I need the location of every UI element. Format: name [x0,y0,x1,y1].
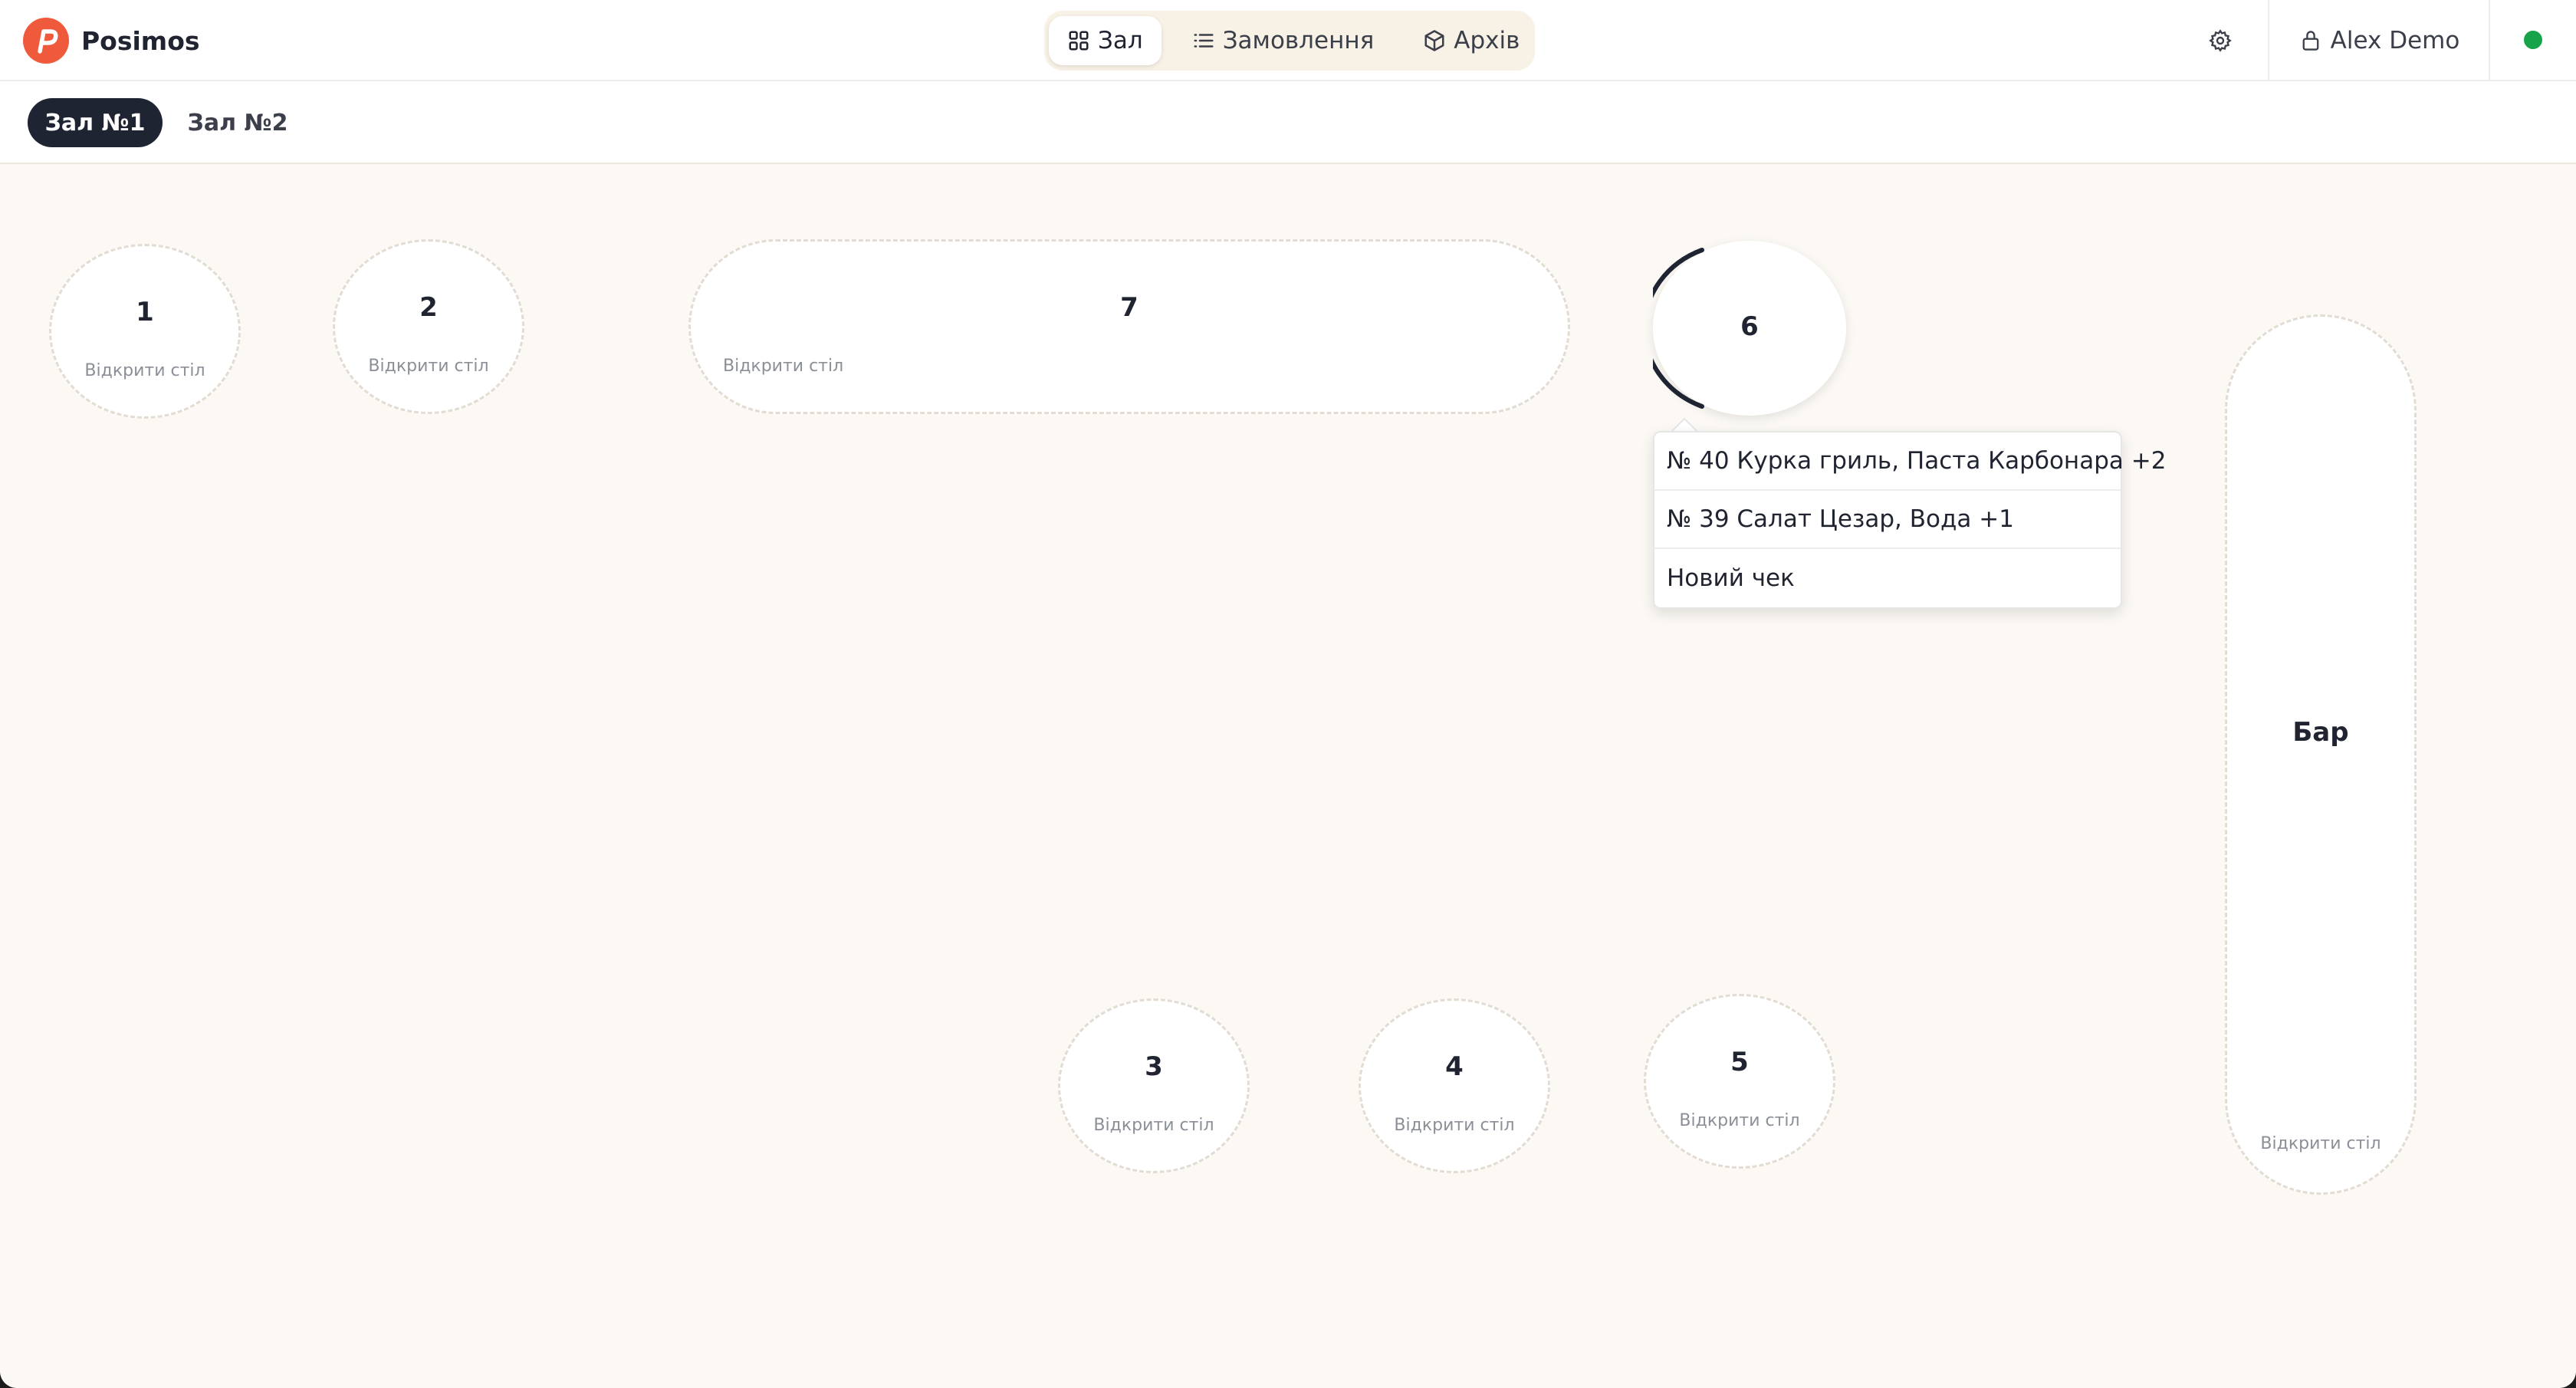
header-divider [2489,0,2490,81]
table-number: 2 [419,292,438,323]
brand-name: Posimos [81,25,200,56]
table-number: 3 [1145,1051,1163,1082]
open-table-label: Відкрити стіл [1679,1111,1800,1130]
table-number: 1 [136,297,154,327]
open-table-label: Відкрити стіл [1093,1116,1214,1135]
table-6[interactable]: 6 [1653,241,1846,416]
open-table-label: Відкрити стіл [368,357,489,376]
hall-tabs-bar: Зал №1 Зал №2 [0,81,2576,164]
brand[interactable]: Posimos [23,17,200,64]
app-window: Posimos Зал Замовлення Архів Alex Demo З… [0,0,2576,1388]
gear-icon [2209,29,2232,52]
popup-order-item[interactable]: № 40 Курка гриль, Паста Карбонара +2 [1654,433,2166,491]
new-check-button[interactable]: Новий чек [1654,549,2121,607]
table-orders-popup: № 40 Курка гриль, Паста Карбонара +2 № 3… [1653,431,2166,609]
settings-button[interactable] [2194,18,2246,63]
nav-tab-archive[interactable]: Архів [1405,16,1538,65]
box-icon [1424,30,1444,51]
table-1[interactable]: 1 Відкрити стіл [49,244,241,419]
table-number: 5 [1730,1047,1749,1077]
table-7[interactable]: 7 Відкрити стіл [688,239,1570,414]
main-nav: Зал Замовлення Архів [1044,11,1535,71]
open-table-label: Відкрити стіл [2260,1134,2381,1153]
user-menu-button[interactable]: Alex Demo [2271,0,2489,81]
nav-tab-label: Замовлення [1222,27,1375,54]
grid-icon [1069,31,1089,51]
table-bar[interactable]: Бар Відкрити стіл [2225,314,2417,1195]
open-table-label: Відкрити стіл [1394,1116,1515,1135]
hall-tab-1[interactable]: Зал №1 [28,98,163,147]
online-status-indicator [2524,31,2542,49]
table-5[interactable]: 5 Відкрити стіл [1644,994,1835,1169]
table-2[interactable]: 2 Відкрити стіл [333,239,524,414]
table-3[interactable]: 3 Відкрити стіл [1058,998,1250,1173]
table-number: 7 [1120,292,1138,323]
nav-tab-orders[interactable]: Замовлення [1174,16,1393,65]
top-header: Posimos Зал Замовлення Архів Alex Demo [0,0,2576,81]
table-number: 4 [1445,1051,1464,1082]
popup-order-item[interactable]: № 39 Салат Цезар, Вода +1 [1654,491,2121,549]
table-number: 6 [1740,311,1759,342]
table-4[interactable]: 4 Відкрити стіл [1359,998,1550,1173]
logo-icon [23,18,69,64]
lock-icon [2302,31,2319,51]
header-divider [2268,0,2269,81]
list-icon [1194,34,1214,48]
nav-tab-label: Архів [1454,27,1520,54]
nav-tab-label: Зал [1098,27,1143,54]
open-table-label: Відкрити стіл [723,357,844,376]
nav-tab-hall[interactable]: Зал [1049,16,1162,65]
table-number: Бар [2292,717,2349,748]
user-name: Alex Demo [2330,27,2460,54]
hall-tab-2[interactable]: Зал №2 [176,98,299,147]
open-table-label: Відкрити стіл [84,361,205,380]
